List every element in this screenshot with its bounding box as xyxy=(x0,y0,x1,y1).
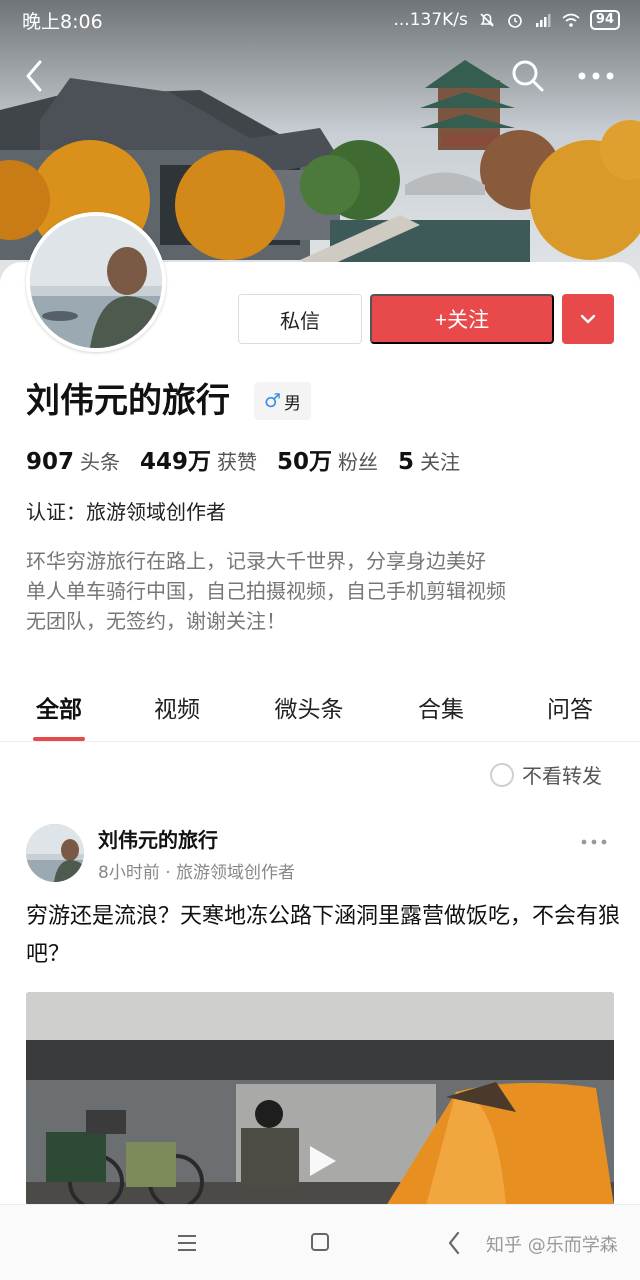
post-author-avatar[interactable] xyxy=(26,824,84,882)
search-icon[interactable] xyxy=(510,58,546,94)
alarm-icon xyxy=(508,14,522,28)
signal-icon xyxy=(535,14,551,27)
stat-likes-label: 获赞 xyxy=(217,450,258,474)
chevron-down-icon xyxy=(580,314,596,324)
content-tabs: 全部 视频 微头条 合集 问答 xyxy=(0,672,640,742)
message-button[interactable]: 私信 xyxy=(238,294,362,344)
mute-bell-icon xyxy=(480,13,494,27)
menu-icon[interactable] xyxy=(176,1233,198,1253)
status-time: 晚上8:06 xyxy=(22,10,103,33)
gender-badge: ♂ 男 xyxy=(254,382,312,420)
watermark-text: 知乎 @乐而学森 xyxy=(486,1235,618,1256)
tab-qa[interactable]: 问答 xyxy=(500,672,640,741)
post-meta: 8小时前 · 旅游领域创作者 xyxy=(98,863,296,883)
post-text[interactable]: 穷游还是流浪？天寒地冻公路下涵洞里露营做饭吃，不会有狼吧？ xyxy=(26,898,620,974)
profile-bio: 环华穷游旅行在路上，记录大千世界，分享身边美好 单人单车骑行中国，自己拍摄视频，… xyxy=(26,546,506,636)
bio-line: 无团队，无签约，谢谢关注！ xyxy=(26,609,286,633)
system-navigation-bar: 知乎 @乐而学森 xyxy=(0,1204,640,1280)
tab-micro-posts[interactable]: 微头条 xyxy=(236,672,382,741)
follow-dropdown-button[interactable] xyxy=(562,294,614,344)
network-speed: ...137K/s xyxy=(393,10,468,30)
stat-posts-value[interactable]: 907 xyxy=(26,449,74,475)
stat-posts-label[interactable]: 头条 xyxy=(80,446,120,475)
tab-video[interactable]: 视频 xyxy=(118,672,236,741)
status-bar: 晚上8:06 ...137K/s 94 xyxy=(0,0,640,40)
battery-indicator: 94 xyxy=(589,10,620,30)
stat-likes-value: 449万 xyxy=(140,449,212,475)
profile-stats: 907 头条 449万 获赞 50万 粉丝 5 关注 xyxy=(26,442,480,476)
chevron-left-icon[interactable] xyxy=(20,56,50,96)
radio-circle-icon[interactable] xyxy=(490,762,514,787)
tab-all[interactable]: 全部 xyxy=(0,672,118,741)
top-navigation xyxy=(0,56,640,96)
wifi-icon xyxy=(562,13,580,27)
gender-label: 男 xyxy=(284,393,302,414)
post-author-name[interactable]: 刘伟元的旅行 xyxy=(98,824,218,853)
stat-following-label[interactable]: 关注 xyxy=(420,446,460,475)
more-dots-icon[interactable] xyxy=(576,70,616,82)
follow-button[interactable]: +关注 xyxy=(370,294,554,344)
home-square-icon[interactable] xyxy=(310,1232,330,1252)
hide-reposts-label: 不看转发 xyxy=(522,764,602,788)
stat-fans-value[interactable]: 50万 xyxy=(277,442,332,476)
stat-following-value[interactable]: 5 xyxy=(398,449,414,475)
hide-reposts-toggle[interactable]: 不看转发 xyxy=(490,760,602,789)
profile-name: 刘伟元的旅行 xyxy=(26,381,230,421)
male-icon: ♂ xyxy=(264,390,282,412)
play-icon[interactable] xyxy=(300,1140,342,1182)
bio-line: 单人单车骑行中国，自己拍摄视频，自己手机剪辑视频 xyxy=(26,579,506,603)
tab-collections[interactable]: 合集 xyxy=(382,672,500,741)
more-dots-icon[interactable] xyxy=(580,836,608,848)
certification-text: 认证：旅游领域创作者 xyxy=(26,500,226,524)
avatar[interactable] xyxy=(26,212,166,352)
bio-line: 环华穷游旅行在路上，记录大千世界，分享身边美好 xyxy=(26,549,486,573)
back-arrow-icon[interactable] xyxy=(446,1230,462,1256)
stat-fans-label[interactable]: 粉丝 xyxy=(338,446,378,475)
